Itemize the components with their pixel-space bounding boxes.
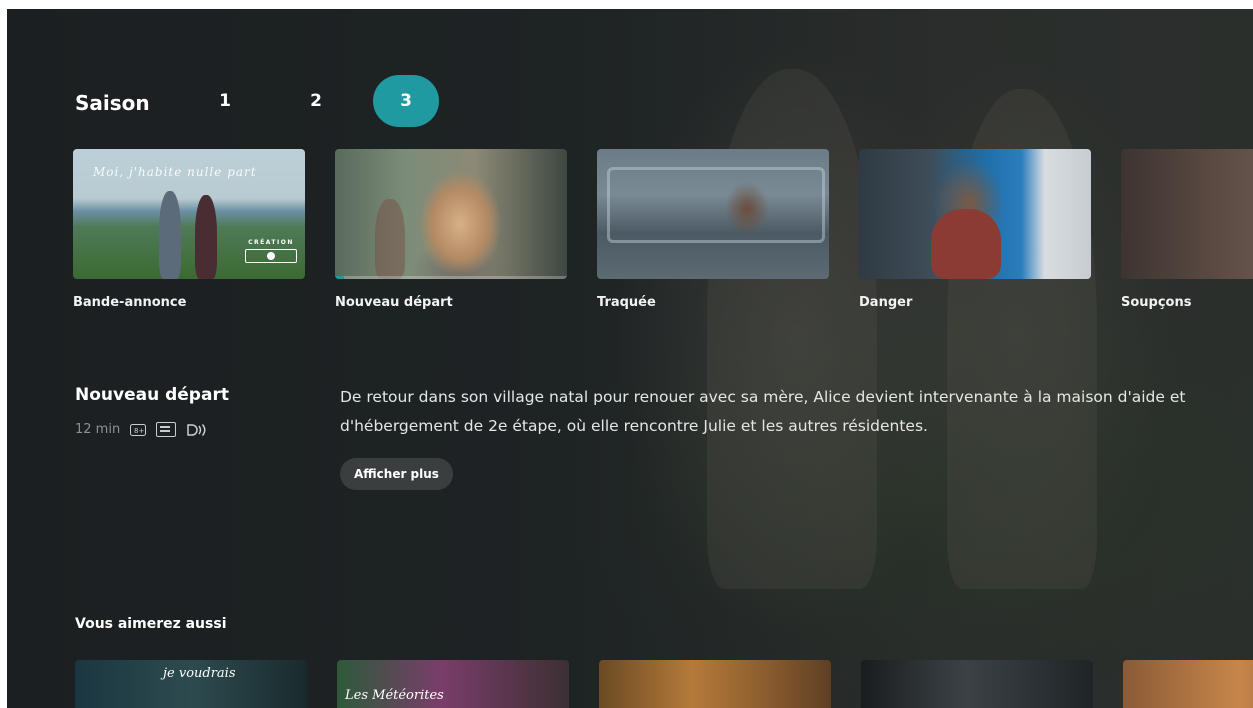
- watch-progress-track: [335, 276, 567, 279]
- svg-text:8+: 8+: [134, 427, 144, 435]
- creation-badge: CRÉATION: [245, 239, 297, 267]
- episode-meta: 12 min 8+: [75, 422, 208, 437]
- recommendation-card[interactable]: [861, 660, 1093, 708]
- closed-captions-icon: [156, 422, 177, 437]
- episode-card-2[interactable]: Traquée: [597, 149, 829, 310]
- season-tab-3[interactable]: 3: [373, 75, 439, 127]
- episode-title: Bande-annonce: [73, 295, 187, 310]
- show-more-button[interactable]: Afficher plus: [340, 458, 453, 490]
- rating-icon: 8+: [130, 423, 147, 436]
- episode-title: Nouveau départ: [335, 295, 453, 310]
- recommendation-card[interactable]: Les Météorites: [337, 660, 569, 708]
- episode-title: Danger: [859, 295, 913, 310]
- episode-duration: 12 min: [75, 422, 121, 437]
- episode-card-1[interactable]: Nouveau départ: [335, 149, 567, 310]
- audio-description-icon: [186, 423, 208, 437]
- selected-episode-title: Nouveau départ: [75, 385, 229, 405]
- episode-title: Traquée: [597, 295, 656, 310]
- episode-thumbnail: Moi, j'habite nulle part CRÉATION: [73, 149, 305, 279]
- episode-thumbnail: [1121, 149, 1253, 279]
- watch-progress-bar: [335, 276, 345, 279]
- tv-screen: Saison 1 2 3 Moi, j'habite nulle part CR…: [7, 9, 1253, 708]
- season-tab-2[interactable]: 2: [283, 75, 349, 127]
- season-tab-1[interactable]: 1: [192, 75, 258, 127]
- show-title-script: Moi, j'habite nulle part: [93, 165, 257, 179]
- episode-card-4[interactable]: Soupçons: [1121, 149, 1253, 310]
- recommendation-card[interactable]: [1123, 660, 1253, 708]
- season-label: Saison: [75, 91, 150, 115]
- background-figure: [707, 69, 877, 589]
- episode-description: De retour dans son village natal pour re…: [340, 388, 1186, 435]
- episode-title: Soupçons: [1121, 295, 1192, 310]
- episode-thumbnail: [335, 149, 567, 279]
- episode-card-trailer[interactable]: Moi, j'habite nulle part CRÉATION Bande-…: [73, 149, 305, 310]
- episode-thumbnail: [597, 149, 829, 279]
- recommendation-card[interactable]: [599, 660, 831, 708]
- recommendation-card[interactable]: je voudrais: [75, 660, 307, 708]
- episode-card-3[interactable]: Danger: [859, 149, 1091, 310]
- recommendations-title: Vous aimerez aussi: [75, 616, 227, 632]
- episode-thumbnail: [859, 149, 1091, 279]
